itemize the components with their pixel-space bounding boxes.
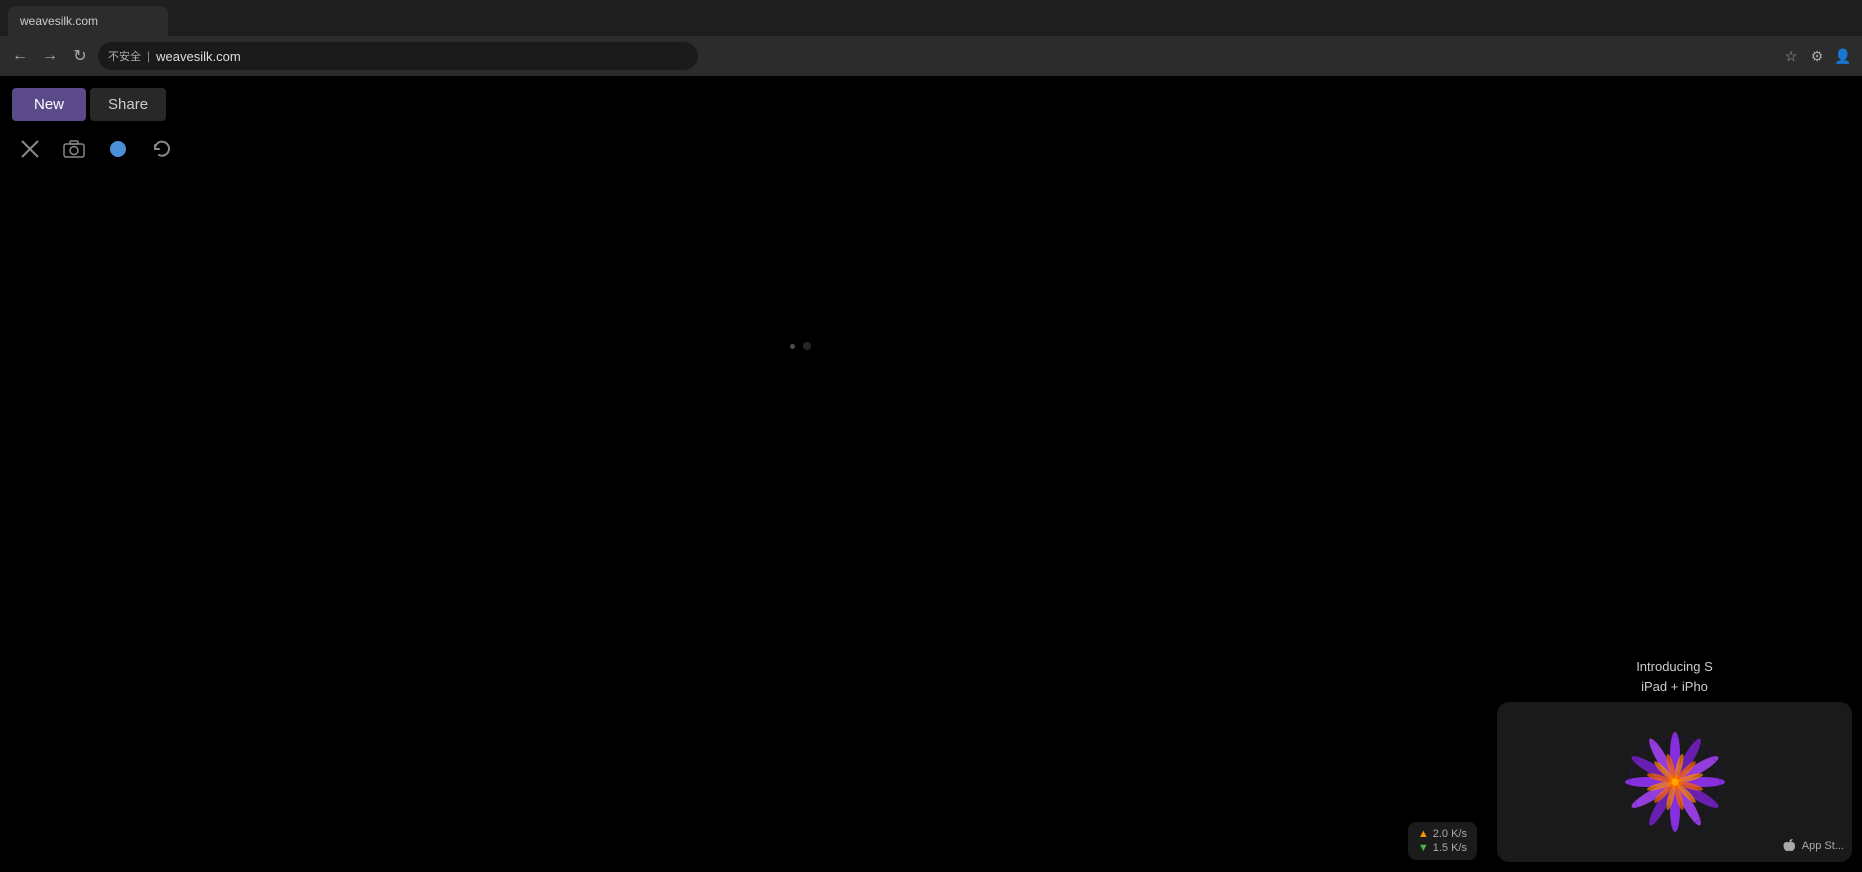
reset-icon[interactable] [148,135,176,163]
silk-art-image [1615,722,1735,842]
browser-icons-right: ☆ ⚙ 👤 [1780,45,1854,67]
apple-icon [1782,838,1798,854]
tab-title: weavesilk.com [20,14,98,28]
expand-icon[interactable] [16,135,44,163]
color-circle-icon[interactable] [104,135,132,163]
upload-value: 2.0 K/s [1433,828,1467,840]
active-tab[interactable]: weavesilk.com [8,6,168,36]
toolbar: New Share [0,76,192,167]
download-stat: ▼ 1.5 K/s [1418,842,1467,854]
network-stats: ▲ 2.0 K/s ▼ 1.5 K/s [1408,822,1477,860]
cursor-area [790,336,840,356]
upload-icon: ▲ [1418,828,1429,840]
extensions-icon[interactable]: ⚙ [1806,45,1828,67]
forward-button[interactable]: → [38,44,62,68]
tab-bar: weavesilk.com [0,0,1862,36]
back-button[interactable]: ← [8,44,32,68]
security-label: 不安全 [108,48,141,64]
notification-title: Introducing S iPad + iPho [1487,651,1862,702]
notification-panel: Introducing S iPad + iPho [1487,651,1862,862]
url-display: weavesilk.com [156,49,241,64]
cursor-dot [790,344,795,349]
bookmark-star-icon[interactable]: ☆ [1780,45,1802,67]
app-canvas[interactable]: New Share [0,76,1862,872]
address-bar[interactable]: 不安全 | weavesilk.com [98,42,698,70]
btn-row: New Share [12,88,180,121]
new-button[interactable]: New [12,88,86,121]
reload-button[interactable]: ↻ [68,44,92,68]
profile-icon[interactable]: 👤 [1832,45,1854,67]
share-button[interactable]: Share [90,88,166,121]
app-store-badge[interactable]: App St... [1782,838,1844,854]
download-icon: ▼ [1418,842,1429,854]
icon-row [12,131,180,167]
browser-chrome: ← → ↻ 不安全 | weavesilk.com ☆ ⚙ 👤 [0,36,1862,76]
download-value: 1.5 K/s [1433,842,1467,854]
notification-card[interactable]: App St... [1497,702,1852,862]
app-store-label: App St... [1802,840,1844,852]
upload-stat: ▲ 2.0 K/s [1418,828,1467,840]
cursor-hint [803,342,811,350]
camera-icon[interactable] [60,135,88,163]
